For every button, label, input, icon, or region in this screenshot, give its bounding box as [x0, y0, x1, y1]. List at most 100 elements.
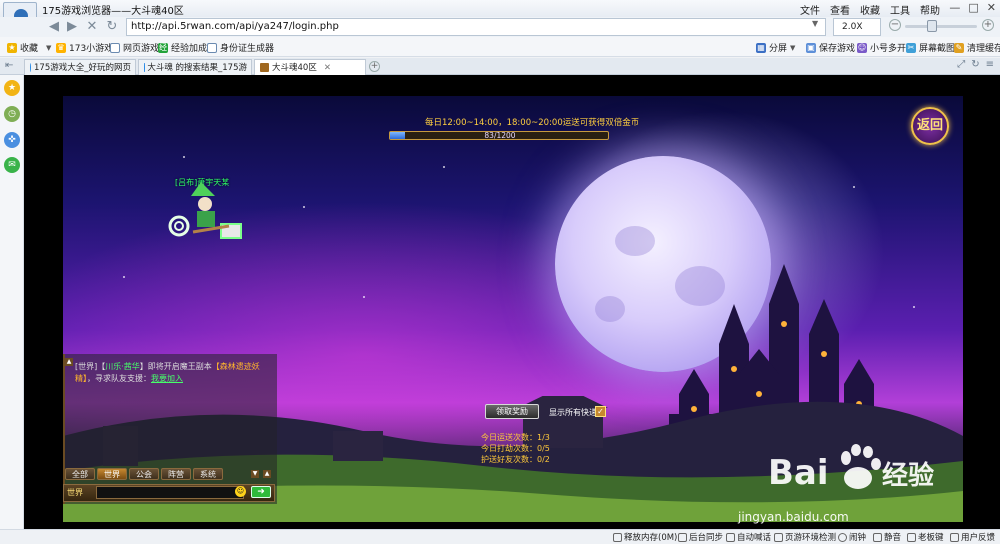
grid-icon: ▦	[756, 42, 766, 53]
address-input[interactable]: http://api.5rwan.com/api/ya247/login.php	[126, 18, 826, 36]
boss-key-button[interactable]: 老板键	[907, 531, 944, 543]
bookmark-id-generator[interactable]: 身份证生成器	[207, 41, 274, 54]
friend-escort-count: 护送好友次数：0/2	[481, 455, 550, 464]
browser-window: 175游戏浏览器——大斗魂40区 文件 查看 收藏 工具 帮助 — □ ✕ ◀ …	[0, 0, 1000, 544]
escort-progress-bar: 83/1200	[389, 131, 609, 140]
zoom-select[interactable]: 2.0X	[833, 18, 881, 36]
speaker-icon	[873, 532, 882, 542]
new-tab-button[interactable]: +	[369, 61, 380, 72]
alarm-button[interactable]: 闹钟	[838, 531, 866, 543]
window-title: 175游戏浏览器——大斗魂40区	[42, 6, 184, 17]
back-arrow-icon[interactable]: ◀	[46, 19, 62, 35]
screenshot-button[interactable]: ✂ 屏幕截图	[906, 41, 955, 54]
star	[913, 306, 915, 308]
scissors-icon: ✂	[906, 42, 916, 53]
star	[853, 186, 855, 188]
favorite-star-icon[interactable]: ★	[4, 80, 20, 96]
save-game-button[interactable]: ▣ 保存游戏	[806, 41, 855, 54]
maximize-button[interactable]: □	[968, 1, 978, 14]
chat-tab-world[interactable]: 世界	[97, 468, 127, 480]
emoji-icon[interactable]: ☺	[235, 486, 246, 497]
gamepad-icon[interactable]: ✜	[4, 132, 20, 148]
environment-check-button[interactable]: 页游环境检测	[774, 531, 836, 543]
stop-icon[interactable]: ✕	[84, 19, 100, 35]
clear-cache-button[interactable]: ✎ 清理缓存	[954, 41, 1000, 54]
show-all-deliveries-checkbox[interactable]: ✓	[595, 406, 606, 417]
boost-icon: 经	[158, 42, 168, 53]
mute-button[interactable]: 静音	[873, 531, 901, 543]
wechat-icon[interactable]: ✉	[4, 157, 20, 173]
svg-text:Bai: Bai	[768, 453, 829, 493]
forward-arrow-icon[interactable]: ▶	[64, 19, 80, 35]
minimize-button[interactable]: —	[949, 1, 960, 14]
history-clock-icon[interactable]: ◷	[4, 106, 20, 122]
tab-search-results[interactable]: 大斗魂 的搜索结果_175游	[138, 59, 252, 75]
game-icon	[260, 63, 269, 72]
double-gold-banner: 每日12:00~14:00，18:00~20:00运送可获得双倍金币	[425, 118, 640, 128]
menu-icon[interactable]: ≡	[986, 59, 994, 70]
background-sync-button[interactable]: 后台同步	[678, 531, 723, 543]
feedback-icon	[950, 532, 959, 542]
chevron-down-icon[interactable]: ▼	[790, 44, 795, 52]
star	[363, 296, 365, 298]
show-all-deliveries-label: 显示所有快递	[549, 408, 597, 417]
multi-account-button[interactable]: ☺ 小号多开	[857, 41, 906, 54]
sidebar-toggle-icon[interactable]: ⇤	[5, 60, 13, 71]
chat-minimize-icon[interactable]: ▼	[251, 470, 259, 478]
tab-175-games[interactable]: 175游戏大全_好玩的网页	[24, 59, 136, 75]
chat-tab-system[interactable]: 系统	[193, 468, 223, 480]
auto-shout-button[interactable]: 自动喊话	[726, 531, 771, 543]
chat-player-link[interactable]: 川乐·茜华	[105, 362, 140, 371]
free-memory-button[interactable]: 释放内存(0M)	[613, 531, 677, 543]
refresh-icon[interactable]: ↻	[104, 19, 120, 35]
chat-channel-select[interactable]: 世界	[67, 487, 83, 498]
close-icon[interactable]: ✕	[324, 61, 331, 75]
tab-dadouhun-40[interactable]: 大斗魂40区 ✕	[254, 59, 366, 75]
fullscreen-icon[interactable]: ⤢	[957, 59, 965, 70]
star	[183, 156, 185, 158]
rob-count: 今日打劫次数：0/5	[481, 444, 550, 453]
menu-help[interactable]: 帮助	[920, 2, 940, 17]
chat-tab-faction[interactable]: 阵营	[161, 468, 191, 480]
escort-count: 今日运送次数：1/3	[481, 433, 550, 442]
tools-icon	[774, 532, 783, 542]
chat-tab-all[interactable]: 全部	[65, 468, 95, 480]
chevron-down-icon[interactable]: ▼	[812, 19, 818, 28]
refresh-icon[interactable]: ↻	[971, 59, 979, 70]
chat-message: [世界]【川乐·茜华】即将开启魔王副本【森林遗迹妖精】，寻求队友支援：我要加入	[75, 362, 260, 383]
bookmark-webgames[interactable]: 网页游戏	[110, 41, 159, 54]
zoom-out-icon[interactable]: −	[889, 19, 901, 31]
claim-reward-button[interactable]: 领取奖励	[485, 404, 539, 419]
menu-file[interactable]: 文件	[800, 2, 820, 17]
page-icon	[207, 42, 217, 53]
menu-view[interactable]: 查看	[830, 2, 850, 17]
feedback-button[interactable]: 用户反馈	[950, 531, 995, 543]
baidu-jingyan-logo: Bai 经验	[768, 444, 934, 493]
menu-tools[interactable]: 工具	[890, 2, 910, 17]
bookmark-173[interactable]: ♛ 173小游戏	[56, 41, 113, 54]
chat-icon	[726, 532, 735, 542]
zoom-in-icon[interactable]: +	[982, 19, 994, 31]
return-button[interactable]: 返回	[911, 107, 949, 145]
bookmark-favorites[interactable]: ★ 收藏 ▼	[7, 41, 51, 54]
zoom-slider[interactable]	[905, 25, 977, 28]
chat-channel-tag: [世界]	[75, 362, 98, 371]
memory-icon	[613, 532, 622, 542]
chat-expand-icon[interactable]: ▲	[263, 470, 271, 478]
keyboard-icon	[907, 532, 916, 542]
bookmark-exp-boost[interactable]: 经 经验加成	[158, 41, 207, 54]
chat-scroll-up-icon[interactable]: ▲	[65, 358, 73, 366]
chevron-down-icon[interactable]: ▼	[46, 44, 51, 52]
broom-icon: ✎	[954, 42, 964, 53]
chat-input[interactable]	[96, 486, 244, 499]
chat-tab-guild[interactable]: 公会	[129, 468, 159, 480]
chat-join-link[interactable]: 我要加入	[151, 374, 183, 383]
menu-favorites[interactable]: 收藏	[860, 2, 880, 17]
save-icon: ▣	[806, 42, 816, 53]
close-window-button[interactable]: ✕	[987, 1, 996, 14]
tab-tools: ⤢ ↻ ≡	[957, 59, 994, 70]
split-screen-button[interactable]: ▦ 分屏 ▼	[756, 41, 795, 54]
zoom-slider-handle[interactable]	[927, 20, 937, 32]
player-character[interactable]	[163, 174, 253, 254]
chat-send-button[interactable]: ➜	[251, 486, 271, 498]
